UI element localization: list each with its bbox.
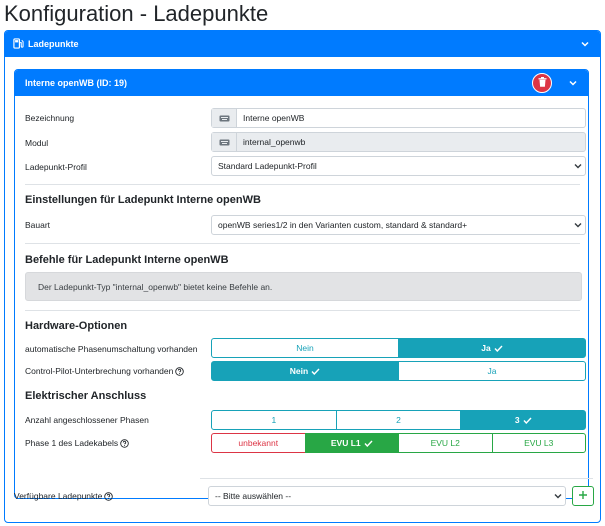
chevron-down-icon[interactable] bbox=[578, 37, 592, 51]
profil-select[interactable]: Standard Ladepunkt-Profil bbox=[211, 156, 586, 176]
phasenumschaltung-ja-button[interactable]: Ja bbox=[398, 338, 586, 358]
profil-label: Ladepunkt-Profil bbox=[25, 162, 87, 172]
phasen-2-button[interactable]: 2 bbox=[335, 410, 462, 430]
phase1-unbekannt-button[interactable]: unbekannt bbox=[211, 433, 306, 453]
bezeichnung-input[interactable]: Interne openWB bbox=[211, 108, 586, 128]
check-icon bbox=[364, 440, 373, 447]
help-circle-icon[interactable] bbox=[104, 492, 114, 501]
keyboard-icon bbox=[212, 133, 237, 151]
elektrisch-heading: Elektrischer Anschluss bbox=[25, 390, 147, 402]
chargepoint-card-header[interactable]: Interne openWB (ID: 19) bbox=[15, 70, 588, 96]
bauart-value: openWB series1/2 in den Varianten custom… bbox=[218, 220, 468, 230]
cp-unterbrechung-label: Control-Pilot-Unterbrechung vorhanden bbox=[25, 366, 185, 376]
available-select-value: -- Bitte auswählen -- bbox=[215, 491, 292, 501]
phasen-3-button[interactable]: 3 bbox=[460, 410, 587, 430]
chargepoint-card: Interne openWB (ID: 19) Bezeichnung Inte… bbox=[14, 69, 589, 499]
plus-icon bbox=[578, 490, 588, 503]
chargepoint-card-title: Interne openWB (ID: 19) bbox=[25, 78, 128, 88]
ladepunkte-card: Ladepunkte Interne openWB (ID: 19) Bezei… bbox=[4, 30, 601, 523]
phase1-evu-l2-button[interactable]: EVU L2 bbox=[398, 433, 493, 453]
bauart-label: Bauart bbox=[25, 220, 51, 230]
phase1-toggle: unbekannt EVU L1 EVU L2 EVU L3 bbox=[211, 433, 586, 453]
einstellungen-heading: Einstellungen für Ladepunkt Interne open… bbox=[25, 194, 261, 206]
phasenumschaltung-nein-button[interactable]: Nein bbox=[211, 338, 399, 358]
available-chargepoints-select[interactable]: -- Bitte auswählen -- bbox=[208, 486, 566, 506]
modul-label: Modul bbox=[25, 138, 49, 148]
help-circle-icon[interactable] bbox=[175, 367, 185, 376]
befehle-info-alert: Der Ladepunkt-Typ "internal_openwb" biet… bbox=[25, 272, 582, 301]
page-title: Konfiguration - Ladepunkte bbox=[4, 1, 269, 26]
chevron-down-icon bbox=[571, 222, 585, 228]
divider bbox=[25, 184, 580, 185]
profil-value: Standard Ladepunkt-Profil bbox=[218, 161, 317, 171]
bauart-select[interactable]: openWB series1/2 in den Varianten custom… bbox=[211, 215, 586, 235]
help-circle-icon[interactable] bbox=[120, 439, 129, 448]
hardware-heading: Hardware-Optionen bbox=[25, 320, 128, 332]
check-icon bbox=[311, 368, 320, 375]
add-chargepoint-button[interactable] bbox=[572, 486, 594, 506]
chevron-down-icon bbox=[571, 163, 585, 169]
cp-unterbrechung-nein-button[interactable]: Nein bbox=[211, 361, 399, 381]
check-icon bbox=[494, 345, 503, 352]
phasen-1-button[interactable]: 1 bbox=[211, 410, 337, 430]
available-chargepoints-row: Verfügbare Ladepunkte -- Bitte auswählen… bbox=[14, 486, 594, 508]
bezeichnung-value: Interne openWB bbox=[243, 113, 305, 123]
modul-input: internal_openwb bbox=[211, 132, 586, 152]
befehle-heading: Befehle für Ladepunkt Interne openWB bbox=[25, 254, 229, 266]
phasenumschaltung-label: automatische Phasenumschaltung vorhanden bbox=[25, 344, 198, 354]
cp-unterbrechung-ja-button[interactable]: Ja bbox=[398, 361, 586, 381]
ladepunkte-card-header[interactable]: Ladepunkte bbox=[5, 31, 600, 57]
available-label: Verfügbare Ladepunkte bbox=[14, 491, 114, 501]
trash-icon bbox=[538, 77, 547, 89]
chevron-down-icon[interactable] bbox=[566, 76, 580, 90]
phasenumschaltung-toggle: Nein Ja bbox=[211, 338, 586, 358]
phasen-label: Anzahl angeschlossener Phasen bbox=[25, 415, 149, 425]
phase1-evu-l1-button[interactable]: EVU L1 bbox=[304, 433, 399, 453]
bezeichnung-label: Bezeichnung bbox=[25, 113, 75, 123]
keyboard-icon bbox=[212, 109, 237, 127]
phase1-label: Phase 1 des Ladekabels bbox=[25, 438, 129, 448]
cp-unterbrechung-toggle: Nein Ja bbox=[211, 361, 586, 381]
modul-value: internal_openwb bbox=[243, 137, 306, 147]
chevron-down-icon bbox=[551, 493, 565, 499]
divider bbox=[25, 310, 580, 311]
ladepunkte-card-title: Ladepunkte bbox=[28, 39, 79, 49]
phase1-evu-l3-button[interactable]: EVU L3 bbox=[491, 433, 586, 453]
divider bbox=[25, 243, 580, 244]
charging-station-icon bbox=[13, 37, 24, 51]
divider bbox=[200, 478, 593, 479]
check-icon bbox=[523, 417, 532, 424]
phasen-toggle: 1 2 3 bbox=[211, 410, 587, 430]
delete-chargepoint-button[interactable] bbox=[532, 73, 552, 93]
